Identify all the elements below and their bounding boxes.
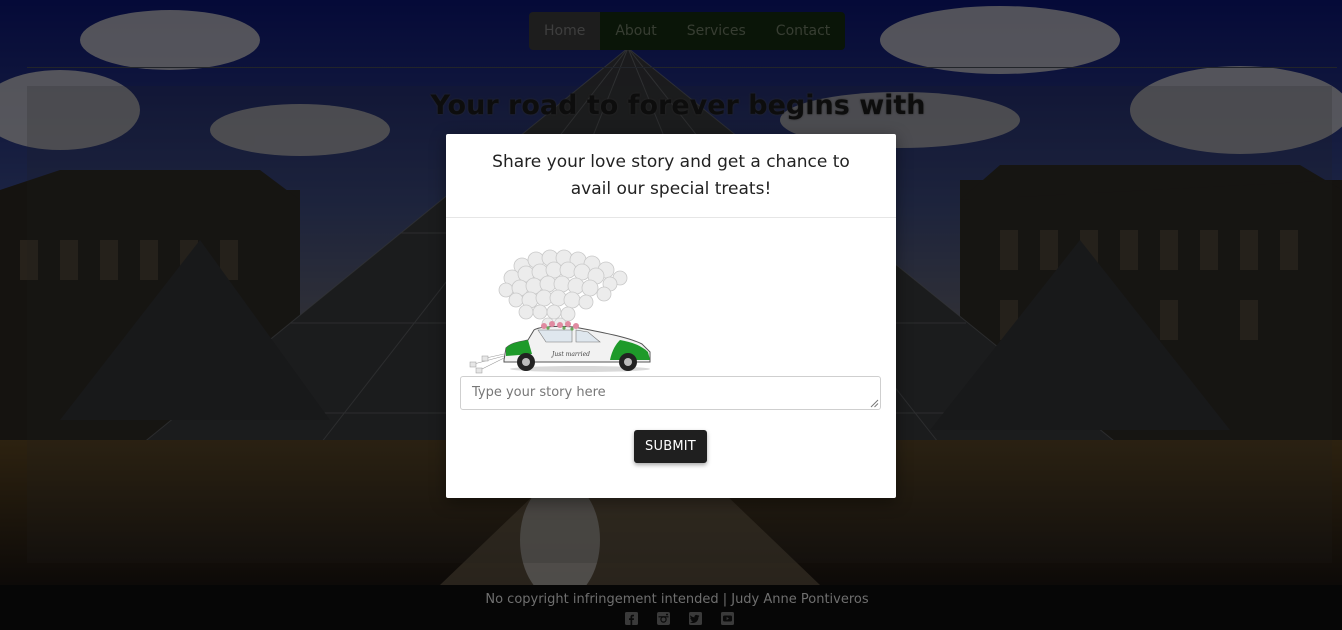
story-modal: Share your love story and get a chance t… — [446, 134, 896, 498]
resize-handle-icon[interactable] — [870, 399, 879, 408]
social-icons — [625, 612, 734, 625]
car-plate-text: Just married — [550, 351, 590, 358]
footer-copyright: No copyright infringement intended | Jud… — [485, 592, 869, 607]
wedding-car-illustration: Just married — [469, 249, 651, 374]
instagram-icon[interactable] — [657, 612, 670, 625]
modal-header: Share your love story and get a chance t… — [446, 134, 896, 218]
submit-button[interactable]: SUBMIT — [634, 430, 707, 463]
facebook-icon[interactable] — [625, 612, 638, 625]
youtube-icon[interactable] — [721, 612, 734, 625]
twitter-icon[interactable] — [689, 612, 702, 625]
modal-title: Share your love story and get a chance t… — [492, 151, 850, 199]
car-icon: Just married — [469, 321, 651, 374]
balloons-icon — [498, 249, 628, 331]
story-input[interactable] — [460, 376, 881, 410]
